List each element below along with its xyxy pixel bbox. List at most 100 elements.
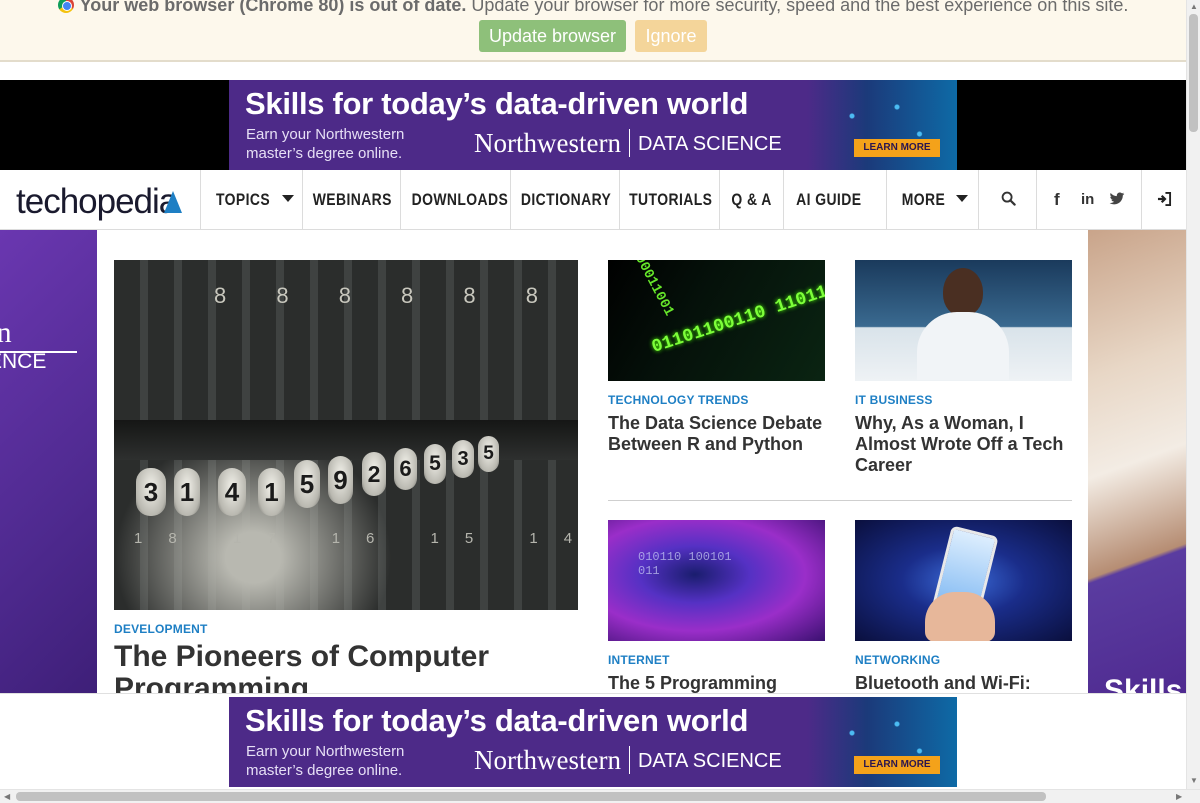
scroll-right-icon[interactable]: ▶ (1176, 792, 1182, 801)
hero-image-top-digits: 8 8 8 8 8 8 9 (214, 283, 578, 308)
ignore-button[interactable]: Ignore (635, 20, 707, 52)
facebook-icon[interactable]: f (1054, 170, 1060, 230)
vertical-scroll-thumb[interactable] (1189, 14, 1198, 132)
ad-brand-separator (628, 746, 630, 774)
scroll-down-icon[interactable]: ▼ (1190, 776, 1198, 785)
card-title[interactable]: Bluetooth and Wi-Fi: (855, 673, 1072, 693)
nav-item-topics[interactable]: TOPICS (200, 170, 303, 229)
social-icons: f in (1036, 170, 1142, 229)
card-category[interactable]: NETWORKING (855, 653, 940, 667)
hero-digit-wheel: 5 (424, 444, 446, 484)
chevron-down-icon (281, 195, 294, 202)
login-icon[interactable] (1141, 170, 1186, 229)
left-skin-text: estern (0, 316, 12, 349)
right-skin-ad[interactable]: Skills (1088, 230, 1186, 693)
card-title[interactable]: The 5 Programming (608, 673, 825, 693)
ad-brand: Northwestern DATA SCIENCE (474, 745, 782, 776)
nav-topics-label: TOPICS (215, 190, 271, 209)
right-skin-text: Skills (1104, 674, 1183, 693)
horizontal-scrollbar[interactable]: ◀ ▶ (0, 789, 1200, 803)
linkedin-icon[interactable]: in (1081, 170, 1094, 230)
top-ad-strip: Skills for today’s data-driven world Ear… (0, 80, 1186, 170)
hero-category[interactable]: DEVELOPMENT (114, 622, 208, 636)
bottom-ad-strip: Skills for today’s data-driven world Ear… (0, 693, 1186, 789)
ad-learn-more-button[interactable]: LEARN MORE (854, 756, 940, 774)
nav-more-label: MORE (901, 190, 946, 209)
ad-learn-more-button[interactable]: LEARN MORE (854, 139, 940, 157)
hero-digit-wheel: 2 (362, 452, 386, 496)
hero-digit-wheel: 9 (328, 456, 353, 504)
techopedia-logo[interactable]: techopedia (16, 182, 178, 222)
nav-item-webinars[interactable]: WEBINARS (302, 170, 401, 229)
left-skin-ad[interactable]: estern ENCE (0, 230, 97, 693)
ad-sub-line2: master’s degree online. (246, 145, 403, 162)
nav-item-dictionary[interactable]: DICTIONARY (510, 170, 620, 229)
outdated-message: Your web browser (Chrome 80) is out of d… (0, 0, 1186, 16)
top-ad-banner[interactable]: Skills for today’s data-driven world Ear… (229, 80, 957, 170)
hero-image[interactable]: 8 8 8 8 8 8 9 3 1 4 1 5 9 2 6 5 3 5 18 1… (114, 260, 578, 610)
hero-image-scale: 18 17 16 15 14 13 12 11 10 (134, 530, 578, 547)
nav-item-tutorials[interactable]: TUTORIALS (619, 170, 720, 229)
hero-digit-wheel: 5 (294, 460, 320, 508)
twitter-icon[interactable] (1109, 170, 1125, 230)
nav-item-ai-guide[interactable]: AI GUIDE (783, 170, 873, 229)
hero-digit-wheel: 1 (174, 468, 200, 516)
horizontal-scroll-thumb[interactable] (16, 792, 1046, 801)
nav-qa-label: Q & A (731, 190, 773, 209)
card-category[interactable]: TECHNOLOGY TRENDS (608, 393, 749, 407)
hero-digit-wheel: 4 (218, 468, 246, 516)
ad-headline: Skills for today’s data-driven world (245, 86, 749, 121)
card-title[interactable]: Why, As a Woman, I Almost Wrote Off a Te… (855, 413, 1072, 476)
ad-brand: Northwestern DATA SCIENCE (474, 128, 782, 159)
update-browser-button[interactable]: Update browser (479, 20, 626, 52)
card-divider (608, 500, 1072, 501)
outdated-browser-bar: Your web browser (Chrome 80) is out of d… (0, 0, 1186, 62)
hero-digit-wheel: 3 (452, 440, 474, 478)
ad-brand-name: Northwestern (474, 745, 621, 775)
main-content: 8 8 8 8 8 8 9 3 1 4 1 5 9 2 6 5 3 5 18 1… (97, 230, 1088, 693)
ad-subtext: Earn your Northwestern master’s degree on… (246, 742, 404, 780)
hero-image-bar (114, 420, 578, 460)
hero-title[interactable]: The Pioneers of Computer Programming (114, 641, 578, 694)
outdated-bold-text: Your web browser (Chrome 80) is out of d… (79, 0, 467, 15)
card-category[interactable]: IT BUSINESS (855, 393, 933, 407)
ad-brand-suffix: DATA SCIENCE (637, 133, 782, 155)
card-category[interactable]: INTERNET (608, 653, 670, 667)
chevron-down-icon (956, 195, 968, 202)
card-thumbnail-binary[interactable] (608, 260, 825, 381)
ad-sub-line1: Earn your Northwestern (246, 743, 405, 760)
vertical-scrollbar[interactable]: ▲ ▼ (1186, 0, 1200, 789)
nav-item-qa[interactable]: Q & A (719, 170, 784, 229)
hero-digit-wheel: 3 (136, 468, 166, 516)
ad-headline: Skills for today’s data-driven world (245, 703, 749, 738)
ad-sub-line1: Earn your Northwestern (246, 126, 405, 143)
nav-ai-guide-label: AI GUIDE (795, 190, 862, 209)
ad-brand-suffix: DATA SCIENCE (637, 750, 782, 772)
card-thumbnail-code[interactable] (608, 520, 825, 641)
main-navigation: techopedia TOPICS WEBINARS DOWNLOADS DIC… (0, 170, 1186, 230)
ad-sub-line2: master’s degree online. (246, 762, 403, 779)
card-thumbnail-phone[interactable] (855, 520, 1072, 641)
nav-item-downloads[interactable]: DOWNLOADS (400, 170, 511, 229)
nav-downloads-label: DOWNLOADS (411, 190, 509, 209)
ad-brand-separator (628, 129, 630, 157)
nav-tutorials-label: TUTORIALS (629, 190, 713, 209)
hero-digit-wheel: 1 (258, 468, 285, 516)
card-title[interactable]: The Data Science Debate Between R and Py… (608, 413, 825, 455)
card-thumbnail-woman[interactable] (855, 260, 1072, 381)
logo-triangle-icon (164, 191, 182, 213)
hero-digit-wheel: 5 (478, 436, 499, 472)
scroll-up-icon[interactable]: ▲ (1190, 2, 1198, 11)
ad-brand-name: Northwestern (474, 128, 621, 158)
chrome-icon (57, 0, 74, 13)
search-icon[interactable] (978, 170, 1037, 229)
outdated-text: Update your browser for more security, s… (466, 0, 1129, 15)
hero-digit-wheel: 6 (394, 448, 417, 490)
left-skin-text-2: ENCE (0, 350, 47, 373)
nav-item-more[interactable]: MORE (886, 170, 978, 229)
ad-subtext: Earn your Northwestern master’s degree on… (246, 125, 404, 163)
nav-dictionary-label: DICTIONARY (520, 190, 612, 209)
nav-webinars-label: WEBINARS (312, 190, 392, 209)
bottom-ad-banner[interactable]: Skills for today’s data-driven world Ear… (229, 697, 957, 787)
scroll-left-icon[interactable]: ◀ (4, 792, 10, 801)
